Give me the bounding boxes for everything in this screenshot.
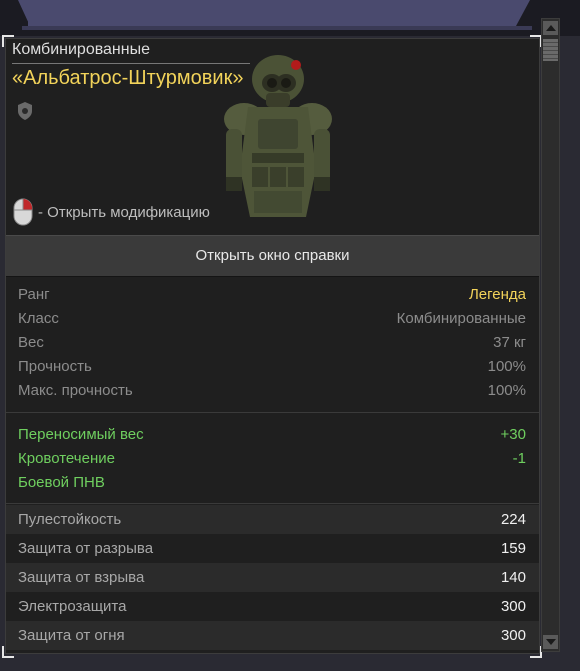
protection-row-bullet: Пулестойкость 224 (6, 505, 539, 534)
mouse-right-click-icon (13, 198, 33, 226)
stat-label: Класс (18, 310, 59, 327)
bonus-row-bleeding: Кровотечение -1 (6, 447, 539, 471)
stat-label: Прочность (18, 358, 92, 375)
bonus-row-night-vision: Боевой ПНВ (6, 471, 539, 495)
shield-icon (18, 102, 32, 120)
item-tooltip-panel: Комбинированные «Альбатрос-Штурмовик» - … (5, 38, 540, 654)
scroll-down-button[interactable] (543, 635, 558, 649)
stat-row-class: Класс Комбинированные (6, 307, 539, 331)
section-divider (6, 503, 539, 504)
stat-value: Комбинированные (396, 310, 526, 327)
protection-row-electric: Электрозащита 300 (6, 592, 539, 621)
stat-row-max-durability: Макс. прочность 100% (6, 379, 539, 403)
vertical-scrollbar[interactable] (541, 18, 560, 652)
protection-value: 300 (500, 598, 526, 615)
frame-corner (2, 35, 14, 47)
stat-label: Ранг (18, 286, 50, 303)
protection-value: 224 (500, 511, 526, 528)
bonus-row-carry-weight: Переносимый вес +30 (6, 423, 539, 447)
stat-label: Вес (18, 334, 44, 351)
top-wedge-right (516, 0, 530, 26)
stat-value: 100% (487, 358, 526, 375)
base-stats-list: Ранг Легенда Класс Комбинированные Вес 3… (6, 283, 539, 403)
item-category: Комбинированные (12, 41, 150, 58)
bonus-label: Боевой ПНВ (18, 474, 105, 491)
bonus-value: -1 (512, 450, 526, 467)
bonus-stats-list: Переносимый вес +30 Кровотечение -1 Боев… (6, 423, 539, 495)
open-help-button[interactable]: Открыть окно справки (6, 235, 539, 277)
protection-stats-list: Пулестойкость 224 Защита от разрыва 159 … (6, 505, 539, 650)
frame-corner (2, 646, 14, 658)
scroll-up-button[interactable] (543, 21, 558, 35)
stat-label: Макс. прочность (18, 382, 133, 399)
modification-hint-text: - Открыть модификацию (38, 203, 210, 221)
protection-label: Электрозащита (18, 598, 127, 615)
item-header: Комбинированные «Альбатрос-Штурмовик» - … (6, 39, 539, 235)
protection-row-rupture: Защита от разрыва 159 (6, 534, 539, 563)
protection-label: Защита от разрыва (18, 540, 154, 557)
bonus-value: +30 (500, 426, 526, 443)
stat-value: 37 кг (493, 334, 526, 351)
section-divider (6, 412, 539, 413)
protection-row-fire: Защита от огня 300 (6, 621, 539, 650)
window-top-decoration (0, 0, 580, 36)
stat-row-weight: Вес 37 кг (6, 331, 539, 355)
protection-label: Пулестойкость (18, 511, 122, 528)
bonus-label: Переносимый вес (18, 426, 144, 443)
top-slab (28, 0, 516, 26)
protection-label: Защита от взрыва (18, 569, 145, 586)
protection-value: 159 (500, 540, 526, 557)
stat-value: 100% (487, 382, 526, 399)
bonus-label: Кровотечение (18, 450, 115, 467)
stat-value: Легенда (468, 286, 526, 303)
protection-value: 140 (500, 569, 526, 586)
stat-row-durability: Прочность 100% (6, 355, 539, 379)
top-stripe (22, 26, 532, 30)
protection-label: Защита от огня (18, 627, 125, 644)
scroll-thumb[interactable] (543, 39, 558, 61)
protection-value: 300 (500, 627, 526, 644)
stat-row-rank: Ранг Легенда (6, 283, 539, 307)
protection-row-explosion: Защита от взрыва 140 (6, 563, 539, 592)
armor-suit-image (224, 55, 332, 217)
modification-hint: - Открыть модификацию (12, 197, 210, 227)
